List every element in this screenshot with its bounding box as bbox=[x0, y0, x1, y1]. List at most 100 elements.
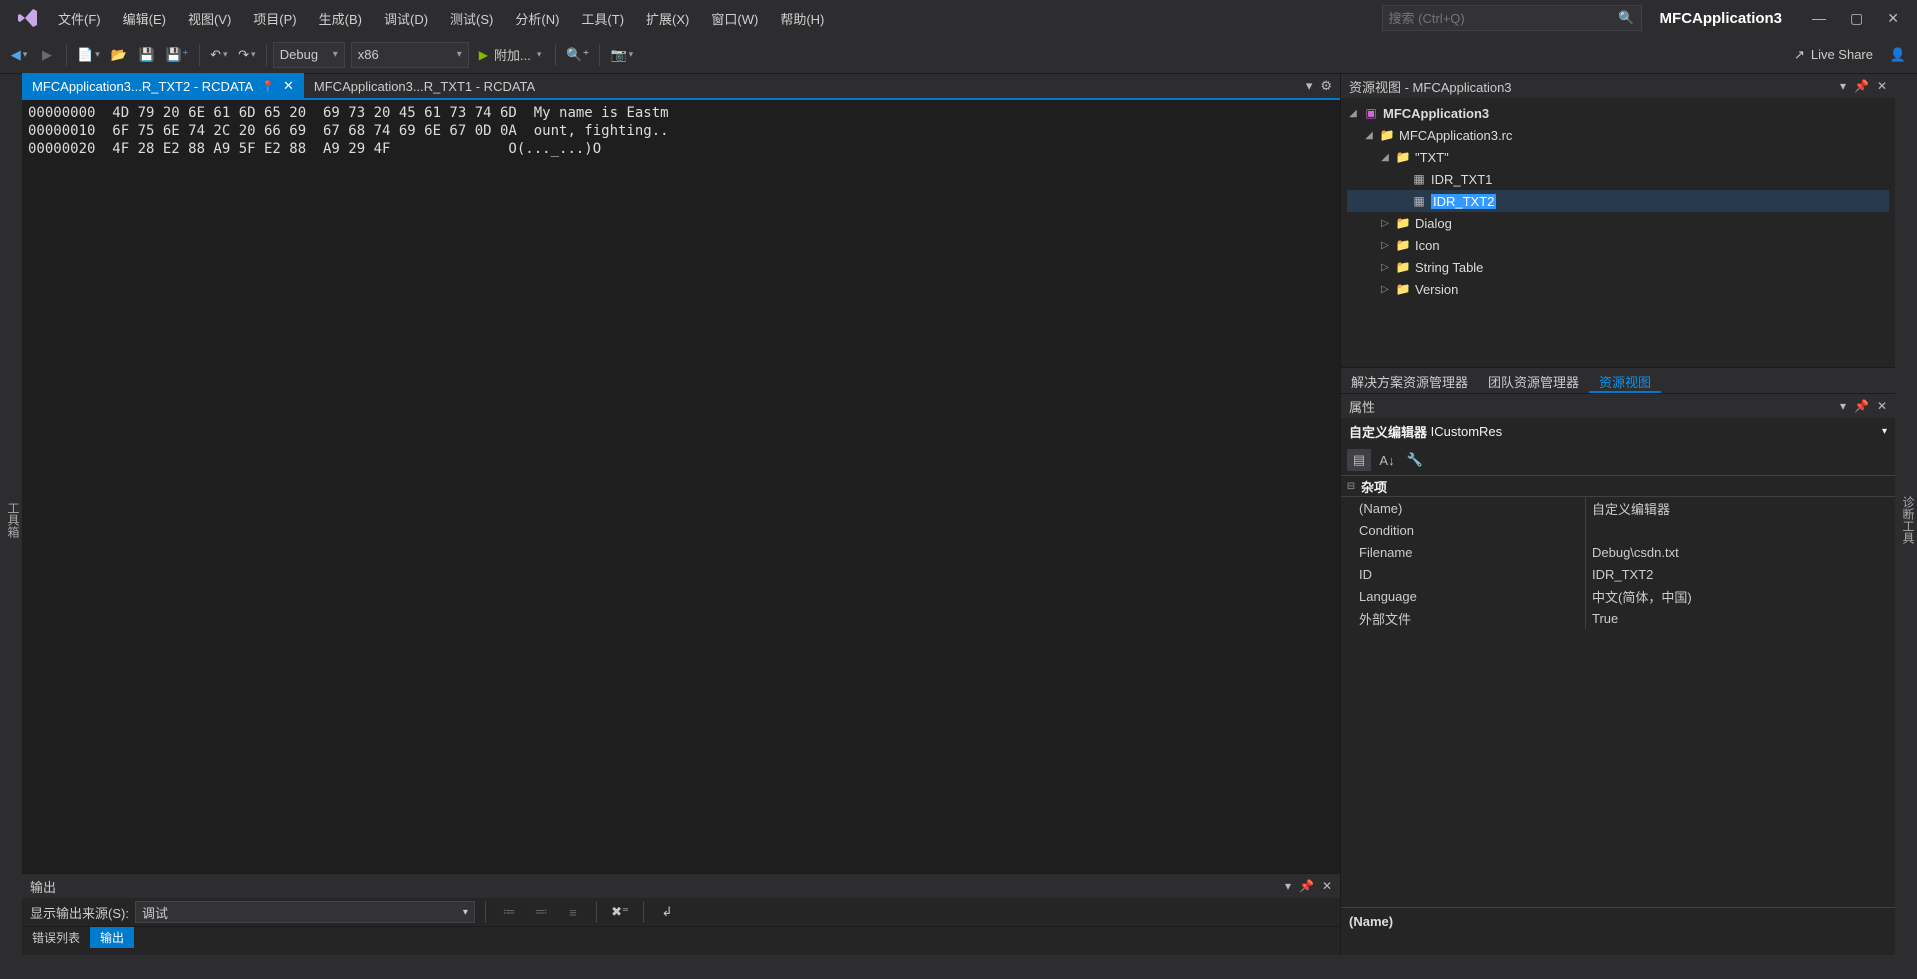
prop-pages-button[interactable]: 🔧 bbox=[1403, 449, 1427, 471]
editor-tab[interactable]: MFCApplication3...R_TXT1 - RCDATA bbox=[304, 73, 545, 99]
menu-item[interactable]: 帮助(H) bbox=[770, 5, 834, 32]
menu-item[interactable]: 扩展(X) bbox=[636, 5, 699, 32]
panel-close-button[interactable]: ✕ bbox=[1322, 879, 1332, 893]
property-row[interactable]: 外部文件True bbox=[1341, 607, 1895, 629]
hex-editor[interactable]: 00000000 4D 79 20 6E 61 6D 65 20 69 73 2… bbox=[22, 100, 1340, 873]
toolbar: ◀▾ ▶ 📄▾ 📂 💾 💾⁺ ↶▾ ↷▾ Debug▾ x86▾ ▶ 附加...… bbox=[0, 36, 1917, 74]
property-value[interactable] bbox=[1586, 519, 1895, 541]
prop-alphabetical-button[interactable]: A↓ bbox=[1375, 449, 1399, 471]
menu-item[interactable]: 文件(F) bbox=[48, 5, 111, 32]
menu-item[interactable]: 测试(S) bbox=[440, 5, 503, 32]
tab-dropdown-button[interactable]: ▾ bbox=[1306, 78, 1313, 94]
close-tab-button[interactable]: ✕ bbox=[283, 78, 294, 94]
output-btn-2[interactable]: ≕ bbox=[528, 899, 554, 925]
property-row[interactable]: (Name)自定义编辑器 bbox=[1341, 497, 1895, 519]
right-panel-tab[interactable]: 解决方案资源管理器 bbox=[1341, 368, 1478, 393]
play-icon: ▶ bbox=[479, 48, 488, 62]
account-button[interactable]: 👤 bbox=[1885, 42, 1911, 68]
toolbox-strip[interactable]: 工具箱 bbox=[0, 74, 22, 955]
tab-options-button[interactable]: ⚙ bbox=[1320, 78, 1332, 94]
nav-forward-button[interactable]: ▶ bbox=[34, 42, 60, 68]
panel-options-button[interactable]: ▾ bbox=[1840, 399, 1846, 413]
panel-options-button[interactable]: ▾ bbox=[1840, 79, 1846, 93]
output-wrap-button[interactable]: ↲ bbox=[654, 899, 680, 925]
property-value[interactable]: 中文(简体，中国) bbox=[1586, 585, 1895, 607]
live-share-button[interactable]: ↗ Live Share bbox=[1784, 47, 1883, 63]
configuration-combo[interactable]: Debug▾ bbox=[273, 42, 345, 68]
open-file-button[interactable]: 📂 bbox=[106, 42, 132, 68]
output-tab[interactable]: 错误列表 bbox=[22, 927, 90, 948]
output-source-combo[interactable]: 调试▾ bbox=[135, 901, 475, 923]
tree-rc-file[interactable]: ◢📁MFCApplication3.rc bbox=[1347, 124, 1889, 146]
panel-options-button[interactable]: ▾ bbox=[1285, 879, 1291, 893]
property-name: (Name) bbox=[1341, 497, 1586, 519]
output-btn-1[interactable]: ≔ bbox=[496, 899, 522, 925]
panel-pin-button[interactable]: 📌 bbox=[1854, 79, 1869, 93]
search-input[interactable] bbox=[1389, 11, 1619, 26]
editor-tab[interactable]: MFCApplication3...R_TXT2 - RCDATA📍✕ bbox=[22, 73, 304, 99]
output-tab[interactable]: 输出 bbox=[90, 927, 134, 948]
pin-icon[interactable]: 📍 bbox=[261, 80, 275, 93]
nav-back-button[interactable]: ◀▾ bbox=[6, 42, 32, 68]
platform-combo[interactable]: x86▾ bbox=[351, 42, 469, 68]
tree-project[interactable]: ◢▣MFCApplication3 bbox=[1347, 102, 1889, 124]
start-debug-button[interactable]: ▶ 附加... ▾ bbox=[471, 45, 550, 64]
menu-item[interactable]: 视图(V) bbox=[178, 5, 241, 32]
maximize-button[interactable]: ▢ bbox=[1850, 10, 1863, 27]
resource-view-panel: 资源视图 - MFCApplication3 ▾ 📌 ✕ ◢▣MFCApplic… bbox=[1341, 74, 1895, 394]
find-in-files-button[interactable]: 🔍⁺ bbox=[562, 42, 593, 68]
panel-close-button[interactable]: ✕ bbox=[1877, 399, 1887, 413]
prop-categorized-button[interactable]: ▤ bbox=[1347, 449, 1371, 471]
tree-folder[interactable]: ▷📁Icon bbox=[1347, 234, 1889, 256]
property-value[interactable]: True bbox=[1586, 607, 1895, 629]
menu-item[interactable]: 分析(N) bbox=[505, 5, 569, 32]
right-panel-tab[interactable]: 资源视图 bbox=[1589, 368, 1661, 393]
property-value[interactable]: IDR_TXT2 bbox=[1586, 563, 1895, 585]
resource-view-title: 资源视图 - MFCApplication3 bbox=[1349, 77, 1840, 96]
tree-folder[interactable]: ▷📁Version bbox=[1347, 278, 1889, 300]
output-btn-3[interactable]: ≡ bbox=[560, 899, 586, 925]
camera-button[interactable]: 📷▾ bbox=[606, 42, 637, 68]
menu-item[interactable]: 生成(B) bbox=[309, 5, 372, 32]
property-row[interactable]: Condition bbox=[1341, 519, 1895, 541]
property-value[interactable]: 自定义编辑器 bbox=[1586, 497, 1895, 519]
tree-folder[interactable]: ▷📁Dialog bbox=[1347, 212, 1889, 234]
new-item-button[interactable]: 📄▾ bbox=[73, 42, 104, 68]
menu-item[interactable]: 窗口(W) bbox=[701, 5, 768, 32]
save-button[interactable]: 💾 bbox=[134, 42, 160, 68]
properties-object-combo[interactable]: 自定义编辑器 ICustomRes ▾ bbox=[1341, 418, 1895, 445]
property-name: ID bbox=[1341, 563, 1586, 585]
property-row[interactable]: FilenameDebug\csdn.txt bbox=[1341, 541, 1895, 563]
tree-folder[interactable]: ▷📁String Table bbox=[1347, 256, 1889, 278]
tree-folder-txt[interactable]: ◢📁"TXT" bbox=[1347, 146, 1889, 168]
menu-item[interactable]: 编辑(E) bbox=[113, 5, 176, 32]
center-column: MFCApplication3...R_TXT2 - RCDATA📍✕MFCAp… bbox=[22, 74, 1340, 955]
panel-pin-button[interactable]: 📌 bbox=[1854, 399, 1869, 413]
tree-resource[interactable]: ▦IDR_TXT1 bbox=[1347, 168, 1889, 190]
undo-button[interactable]: ↶▾ bbox=[206, 42, 232, 68]
menu-item[interactable]: 工具(T) bbox=[571, 5, 634, 32]
menu-item[interactable]: 调试(D) bbox=[374, 5, 438, 32]
right-panel-tab[interactable]: 团队资源管理器 bbox=[1478, 368, 1589, 393]
properties-grid[interactable]: ⊟ 杂项 (Name)自定义编辑器ConditionFilenameDebug\… bbox=[1341, 475, 1895, 907]
resource-tree[interactable]: ◢▣MFCApplication3◢📁MFCApplication3.rc◢📁"… bbox=[1341, 98, 1895, 367]
property-row[interactable]: IDIDR_TXT2 bbox=[1341, 563, 1895, 585]
properties-category[interactable]: ⊟ 杂项 bbox=[1341, 475, 1895, 497]
right-column: 资源视图 - MFCApplication3 ▾ 📌 ✕ ◢▣MFCApplic… bbox=[1340, 74, 1895, 955]
panel-pin-button[interactable]: 📌 bbox=[1299, 879, 1314, 893]
property-value[interactable]: Debug\csdn.txt bbox=[1586, 541, 1895, 563]
output-title: 输出 bbox=[30, 877, 1285, 896]
output-clear-button[interactable]: ✖⁼ bbox=[607, 899, 633, 925]
panel-close-button[interactable]: ✕ bbox=[1877, 79, 1887, 93]
save-all-button[interactable]: 💾⁺ bbox=[162, 42, 193, 68]
diagnostics-strip[interactable]: 诊断工具 bbox=[1895, 74, 1917, 955]
minimize-button[interactable]: — bbox=[1812, 10, 1826, 27]
menu-item[interactable]: 项目(P) bbox=[243, 5, 306, 32]
search-box[interactable]: 🔍 bbox=[1382, 5, 1642, 31]
property-row[interactable]: Language中文(简体，中国) bbox=[1341, 585, 1895, 607]
property-name: Filename bbox=[1341, 541, 1586, 563]
close-button[interactable]: ✕ bbox=[1887, 10, 1899, 27]
redo-button[interactable]: ↷▾ bbox=[234, 42, 260, 68]
search-icon: 🔍 bbox=[1618, 10, 1634, 26]
tree-resource[interactable]: ▦IDR_TXT2 bbox=[1347, 190, 1889, 212]
